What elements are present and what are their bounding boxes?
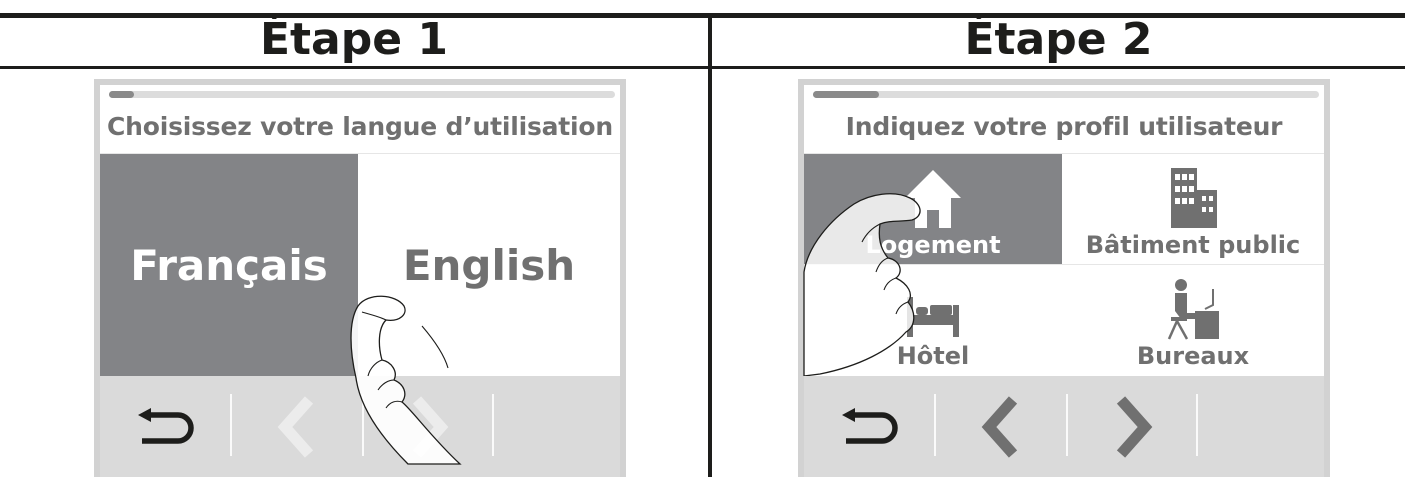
chevron-right-icon	[1116, 395, 1153, 458]
building-icon	[1171, 168, 1217, 228]
chevron-right-icon	[412, 395, 449, 458]
toolbar-separator	[492, 394, 494, 456]
step-1-screen: Choisissez votre langue d’utilisation Fr…	[94, 79, 626, 477]
toolbar-separator	[1196, 394, 1198, 456]
previous-button[interactable]	[936, 376, 1066, 477]
back-icon	[138, 407, 194, 444]
column-divider	[708, 13, 712, 477]
back-button[interactable]	[100, 376, 230, 477]
progress-bar	[813, 91, 1319, 98]
screen-display: Choisissez votre langue d’utilisation Fr…	[100, 85, 620, 477]
bed-icon	[907, 297, 959, 337]
progress-bar	[109, 91, 615, 98]
profile-label: Logement	[865, 231, 1001, 259]
progress-fill	[109, 91, 135, 98]
profile-tile-logement[interactable]: Logement	[804, 154, 1062, 264]
step-2-title: Étape 2	[964, 14, 1153, 65]
next-button[interactable]	[364, 376, 494, 477]
header-rule	[0, 66, 1405, 69]
profile-tile-hotel[interactable]: Hôtel	[804, 265, 1062, 375]
screen-prompt: Indiquez votre profil utilisateur	[845, 112, 1283, 141]
house-icon	[905, 170, 961, 228]
language-button-english[interactable]: English	[360, 154, 618, 376]
back-icon	[842, 407, 898, 444]
chevron-left-icon	[277, 395, 314, 458]
language-label: English	[402, 240, 576, 290]
nav-toolbar	[804, 376, 1324, 477]
previous-button[interactable]	[232, 376, 362, 477]
step-1-title: Étape 1	[259, 14, 449, 65]
chevron-left-icon	[981, 395, 1018, 458]
screen-display: Indiquez votre profil utilisateur Logeme…	[804, 85, 1324, 477]
profile-label: Bureaux	[1136, 342, 1250, 370]
step-2-screen: Indiquez votre profil utilisateur Logeme…	[798, 79, 1330, 477]
profile-tile-bureaux[interactable]: Bureaux	[1064, 265, 1322, 375]
screen-prompt: Choisissez votre langue d’utilisation	[106, 112, 613, 141]
back-button[interactable]	[804, 376, 934, 477]
nav-toolbar	[100, 376, 620, 477]
profile-tile-batiment-public[interactable]: Bâtiment public	[1064, 154, 1322, 264]
progress-fill	[813, 91, 879, 98]
profile-label: Hôtel	[896, 342, 970, 370]
office-worker-icon	[1167, 279, 1219, 340]
language-button-francais[interactable]: Français	[100, 154, 358, 376]
next-button[interactable]	[1068, 376, 1198, 477]
profile-label: Bâtiment public	[1085, 231, 1301, 259]
language-label: Français	[130, 240, 328, 290]
